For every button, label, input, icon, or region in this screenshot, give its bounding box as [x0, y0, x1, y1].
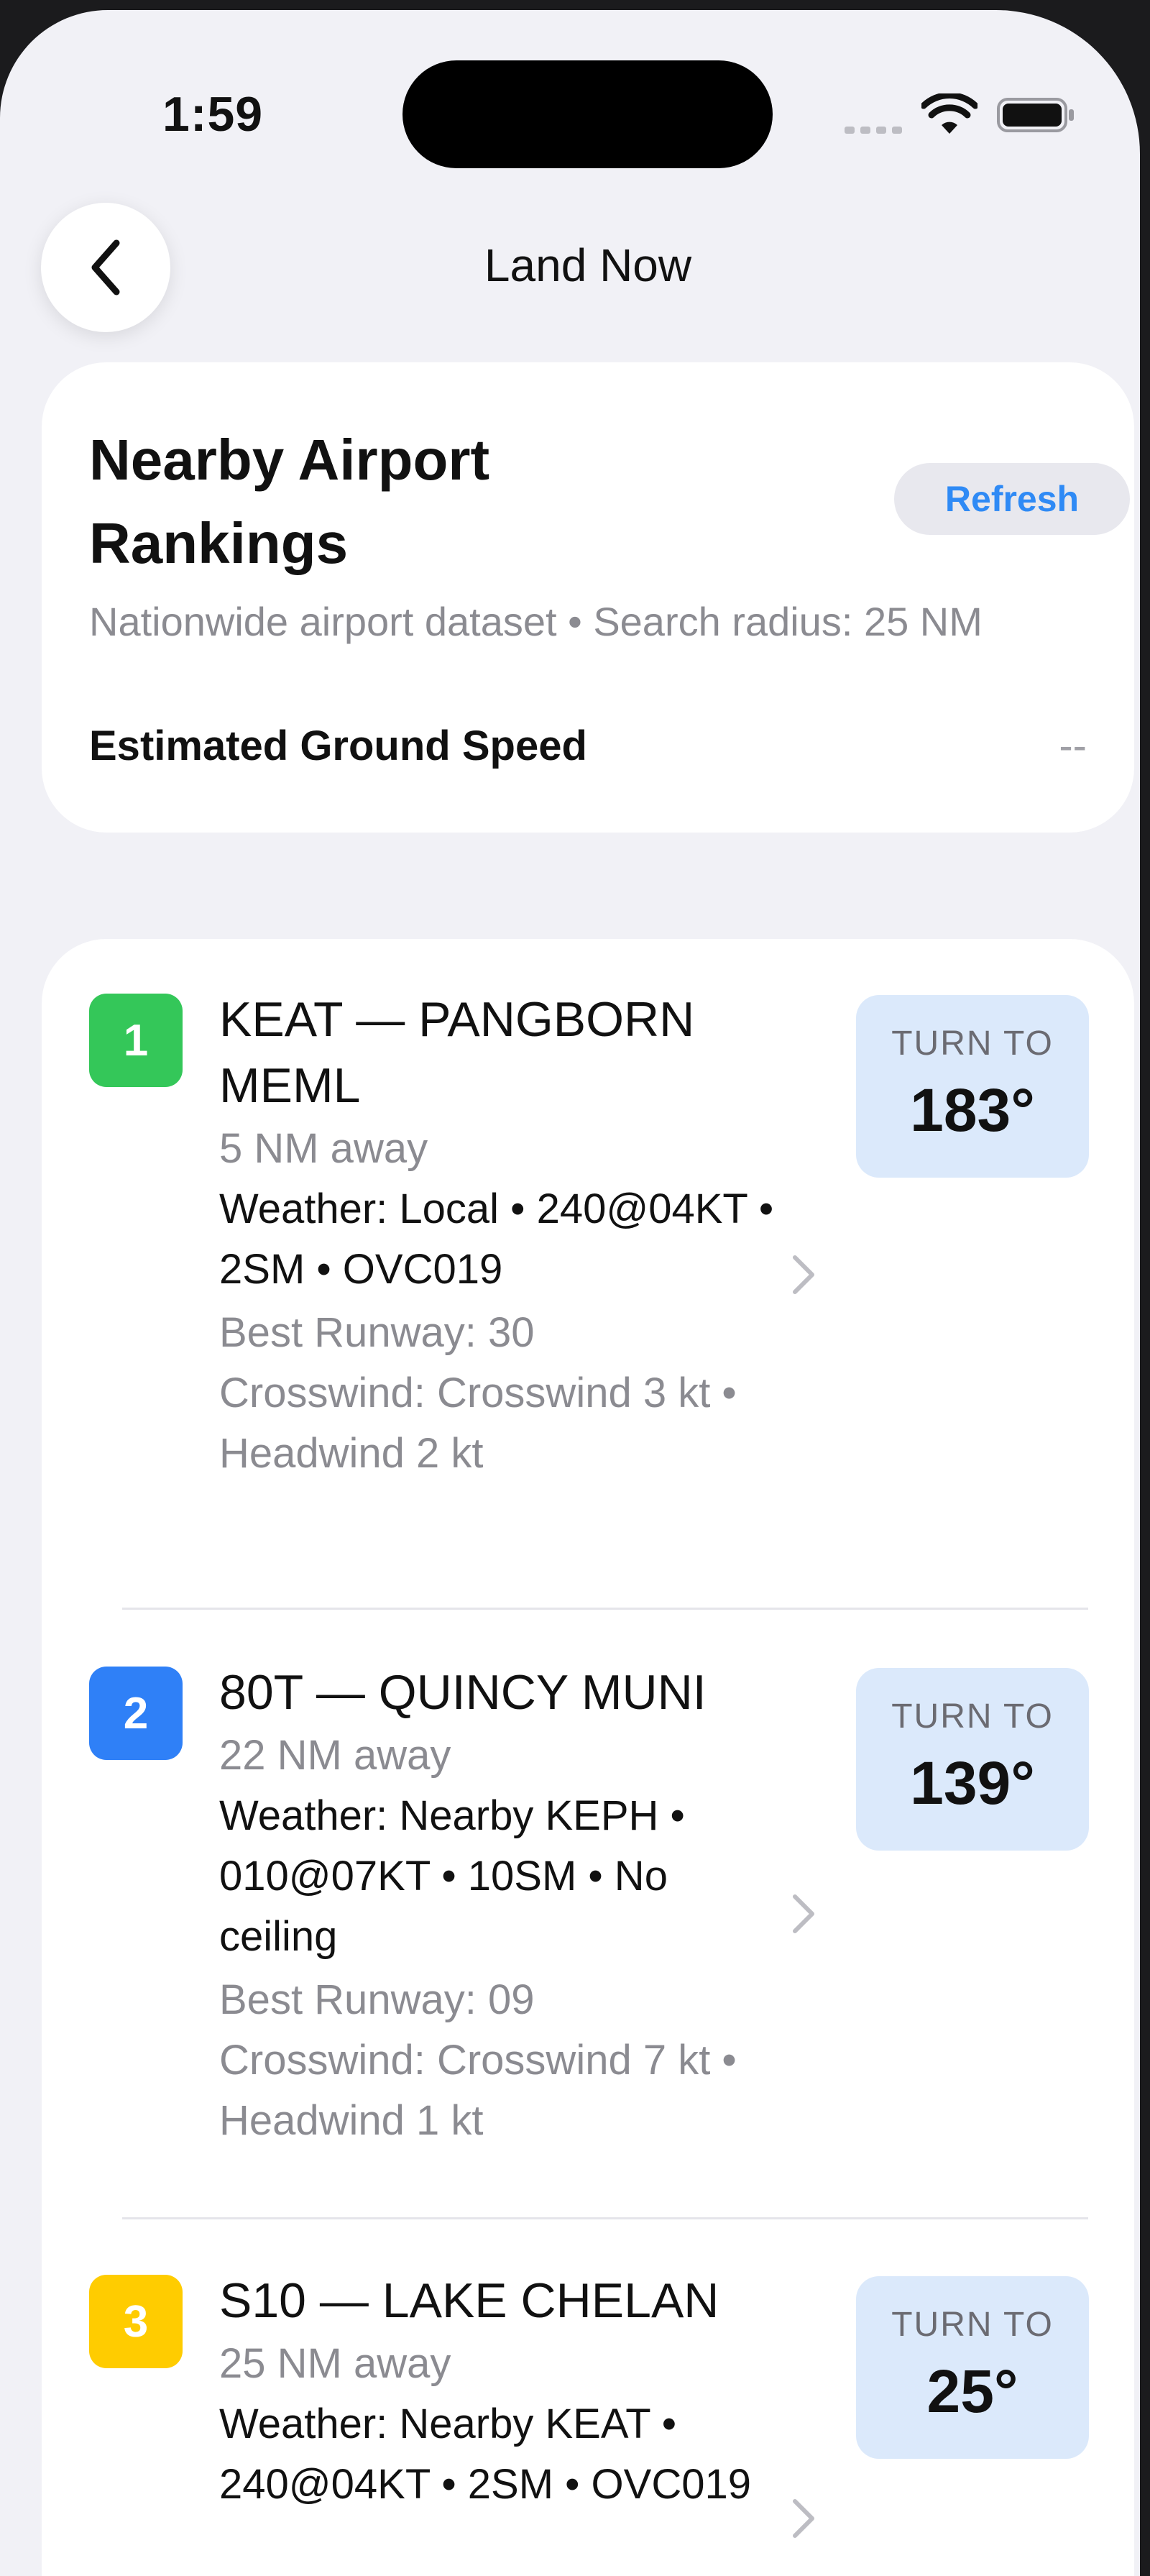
turn-to-box: TURN TO 25°: [856, 2276, 1089, 2459]
turn-to-label: TURN TO: [891, 1025, 1054, 1063]
turn-to-heading: 183°: [910, 1076, 1035, 1144]
chevron-right-icon: [793, 1894, 814, 1933]
airport-name: S10 — LAKE CHELAN: [219, 2273, 719, 2328]
rankings-title: Nearby Airport Rankings: [89, 428, 490, 575]
best-runway: Best Runway: 30: [219, 1309, 535, 1356]
row-divider: [122, 1608, 1088, 1610]
device-frame: 1:59 Land Now Nearby Airport Rankings Re…: [0, 0, 1150, 2576]
turn-to-heading: 139°: [910, 1749, 1035, 1817]
crosswind-info: Crosswind: Crosswind 7 kt • Headwind 1 k…: [219, 2037, 737, 2144]
cellular-signal-icon: [845, 119, 903, 134]
turn-to-box: TURN TO 139°: [856, 1668, 1089, 1851]
airport-row-3[interactable]: 3 S10 — LAKE CHELAN 25 NM away Weather: …: [42, 2220, 1134, 2576]
airport-weather: Weather: Nearby KEAT • 240@04KT • 2SM • …: [219, 2401, 752, 2508]
ground-speed-value: --: [1059, 723, 1087, 769]
airport-weather: Weather: Nearby KEPH • 010@07KT • 10SM •…: [219, 1792, 685, 1960]
airport-name: 80T — QUINCY MUNI: [219, 1665, 707, 1720]
crosswind-info: Crosswind: Crosswind 3 kt • Headwind 2 k…: [219, 1370, 737, 1477]
refresh-button[interactable]: Refresh: [894, 463, 1130, 535]
rankings-header-card: Nearby Airport Rankings Refresh Nationwi…: [42, 362, 1134, 833]
airport-info: S10 — LAKE CHELAN 25 NM away Weather: Ne…: [219, 2268, 794, 2515]
rank-badge: 3: [89, 2275, 183, 2368]
battery-icon: [997, 98, 1074, 132]
airport-info: KEAT — PANGBORN MEML 5 NM away Weather: …: [219, 986, 794, 1484]
turn-to-label: TURN TO: [891, 2306, 1054, 2344]
best-runway: Best Runway: 09: [219, 1976, 535, 2023]
airport-weather: Weather: Local • 240@04KT • 2SM • OVC019: [219, 1186, 774, 1293]
nav-title: Land Now: [484, 239, 692, 291]
turn-to-box: TURN TO 183°: [856, 995, 1089, 1178]
airport-distance: 25 NM away: [219, 2340, 451, 2387]
ground-speed-label: Estimated Ground Speed: [89, 723, 587, 769]
row-divider: [122, 2217, 1088, 2219]
app-screen: 1:59 Land Now Nearby Airport Rankings Re…: [0, 10, 1140, 2576]
dataset-subtitle: Nationwide airport dataset • Search radi…: [89, 599, 983, 644]
airport-distance: 22 NM away: [219, 1732, 451, 1779]
status-time: 1:59: [162, 87, 264, 142]
airport-row-2[interactable]: 2 80T — QUINCY MUNI 22 NM away Weather: …: [42, 1612, 1134, 2216]
rank-badge: 2: [89, 1667, 183, 1760]
turn-to-label: TURN TO: [891, 1697, 1054, 1736]
chevron-right-icon: [793, 2499, 814, 2538]
airport-row-1[interactable]: 1 KEAT — PANGBORN MEML 5 NM away Weather…: [42, 939, 1134, 1586]
airport-distance: 5 NM away: [219, 1125, 428, 1172]
rank-badge: 1: [89, 994, 183, 1087]
airport-name: KEAT — PANGBORN MEML: [219, 992, 695, 1113]
turn-to-heading: 25°: [926, 2357, 1018, 2425]
chevron-right-icon: [793, 1255, 814, 1294]
wifi-icon: [921, 93, 978, 134]
airport-info: 80T — QUINCY MUNI 22 NM away Weather: Ne…: [219, 1659, 794, 2151]
dynamic-island: [402, 60, 773, 168]
airport-list: 1 KEAT — PANGBORN MEML 5 NM away Weather…: [42, 939, 1134, 2576]
